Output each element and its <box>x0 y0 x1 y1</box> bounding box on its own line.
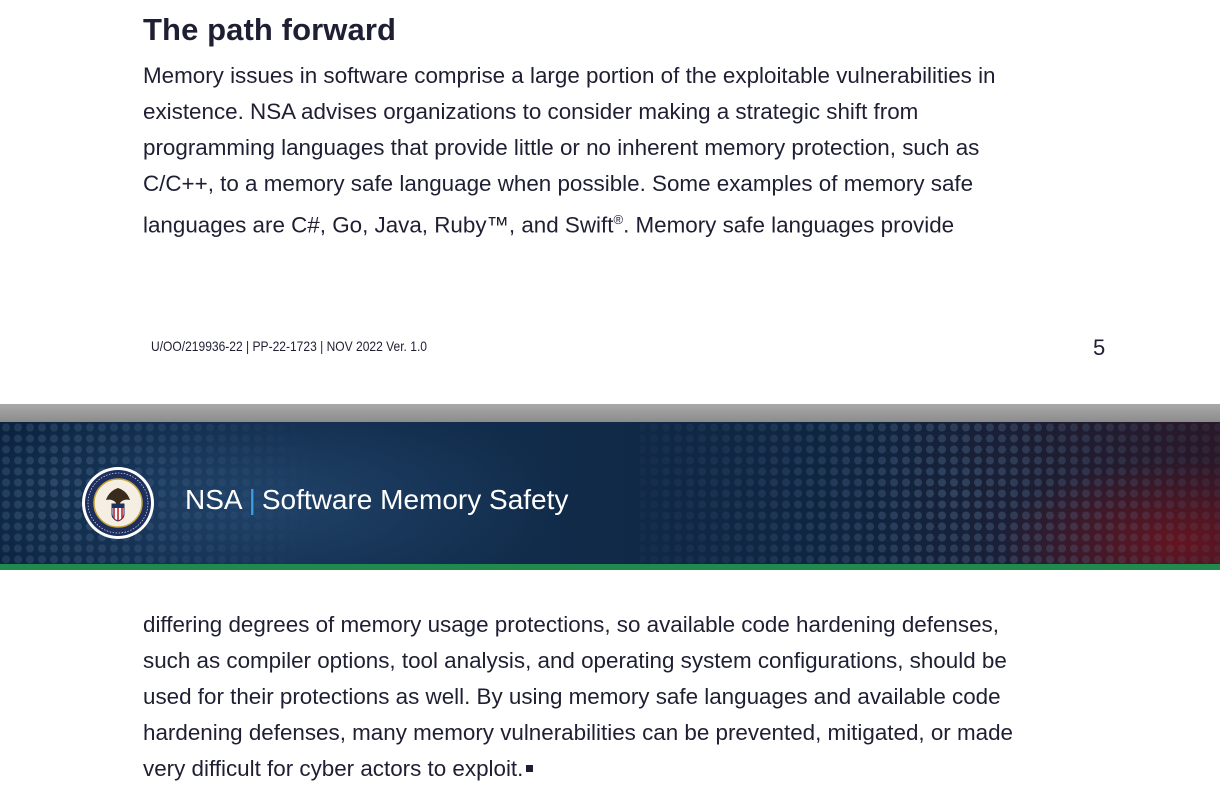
section-heading: The path forward <box>143 12 397 47</box>
body-paragraph-bottom: differing degrees of memory usage protec… <box>143 607 1093 787</box>
line-text: very difficult for cyber actors to explo… <box>143 756 524 781</box>
registered-mark: ® <box>613 212 624 227</box>
paragraph-line: languages are C#, Go, Java, Ruby™, and S… <box>143 202 1093 243</box>
paragraph-line: differing degrees of memory usage protec… <box>143 612 999 637</box>
document-footer-id: U/OO/219936-22 | PP-22-1723 | NOV 2022 V… <box>151 338 427 354</box>
page-header-banner <box>0 422 1220 564</box>
paragraph-line: used for their protections as well. By u… <box>143 684 1001 709</box>
line-text: languages are C#, Go, Java, Ruby™, and S… <box>143 212 614 238</box>
banner-document-title: Software Memory Safety <box>261 484 569 515</box>
paragraph-line: Memory issues in software comprise a lar… <box>143 63 996 88</box>
banner-separator: | <box>248 484 256 515</box>
paragraph-line: such as compiler options, tool analysis,… <box>143 648 1007 673</box>
banner-title: NSA | Software Memory Safety <box>185 484 568 516</box>
banner-green-stripe <box>0 564 1220 570</box>
paragraph-line: existence. NSA advises organizations to … <box>143 99 919 124</box>
paragraph-line: C/C++, to a memory safe language when po… <box>143 171 974 196</box>
paragraph-line: programming languages that provide littl… <box>143 135 980 160</box>
document-viewer[interactable]: The path forward Memory issues in softwa… <box>0 0 1220 795</box>
end-of-article-marker <box>526 765 534 772</box>
page-5: The path forward Memory issues in softwa… <box>0 0 1220 404</box>
page-number: 5 <box>1093 335 1106 360</box>
paragraph-line: hardening defenses, many memory vulnerab… <box>143 720 1013 745</box>
banner-org: NSA <box>185 484 243 515</box>
paragraph-line: very difficult for cyber actors to explo… <box>143 751 1093 787</box>
page-separator <box>0 404 1220 422</box>
body-paragraph-top: Memory issues in software comprise a lar… <box>143 58 1093 243</box>
nsa-seal-icon <box>82 467 154 539</box>
line-text: . Memory safe languages provide <box>623 212 955 238</box>
dot-pattern-background <box>0 422 1220 564</box>
